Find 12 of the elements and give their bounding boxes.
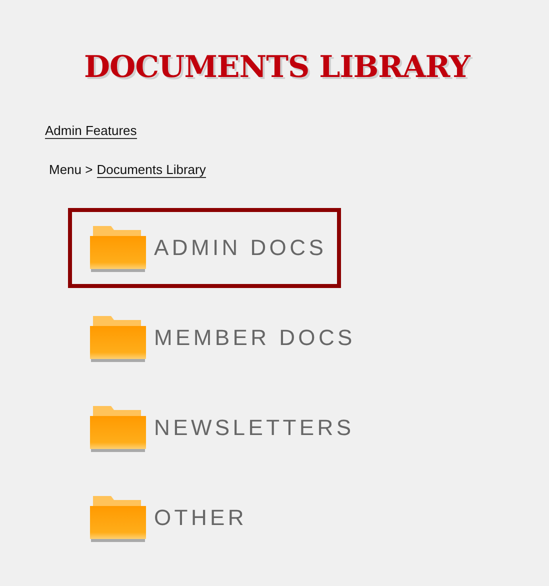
folder-icon (89, 224, 147, 272)
folder-item[interactable]: ADMIN DOCS (68, 208, 341, 288)
breadcrumb-text: Menu > (49, 162, 93, 178)
folder-item[interactable]: MEMBER DOCS (68, 298, 370, 378)
page-title: DOCUMENTS LIBRARY (83, 49, 470, 85)
folder-item[interactable]: NEWSLETTERS (68, 388, 368, 468)
breadcrumb-link[interactable]: Documents Library (96, 162, 206, 178)
folder-icon (89, 494, 147, 542)
folder-icon (89, 314, 147, 362)
folder-icon (89, 404, 147, 452)
admin-features-link[interactable]: Admin Features (45, 123, 137, 139)
folder-item[interactable]: OTHER (68, 478, 261, 558)
